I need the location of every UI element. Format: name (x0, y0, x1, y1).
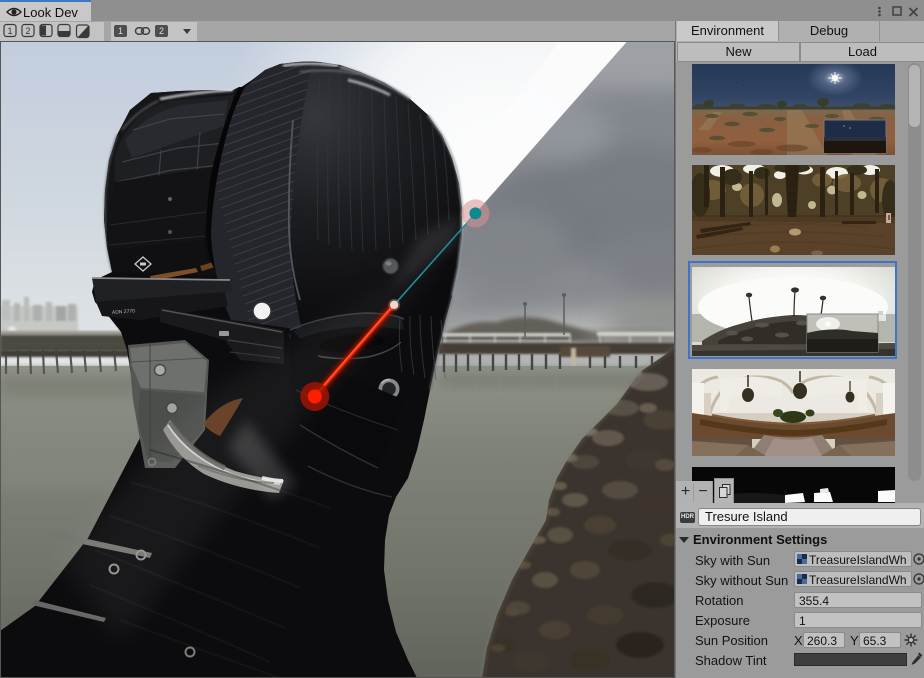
svg-text:2: 2 (25, 26, 30, 36)
svg-text:1: 1 (7, 26, 12, 36)
svg-text:2: 2 (159, 26, 164, 36)
svg-text:1: 1 (118, 26, 123, 36)
